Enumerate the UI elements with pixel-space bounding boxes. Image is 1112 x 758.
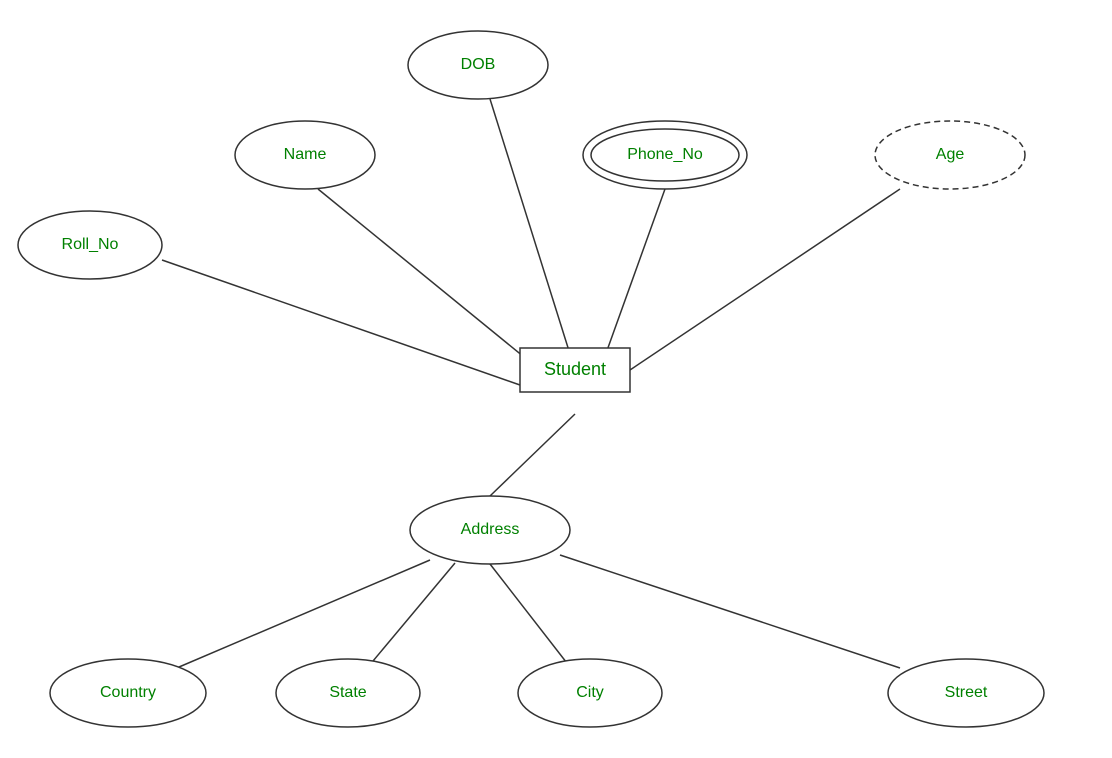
city-label: City [576,684,604,701]
line-address-city [490,564,570,667]
rollno-label: Roll_No [62,236,119,253]
name-label: Name [284,146,327,163]
line-student-dob [490,99,575,370]
address-label: Address [461,521,520,538]
state-label: State [329,684,366,701]
street-label: Street [945,684,988,701]
line-address-country [172,560,430,670]
er-diagram: DOB Name Phone_No Age Roll_No Student Ad… [0,0,1112,753]
line-student-phone [600,189,665,370]
student-label: Student [544,359,606,379]
phone-label: Phone_No [627,146,703,163]
line-student-address [490,414,575,496]
line-student-rollno [162,260,520,385]
dob-label: DOB [461,56,496,73]
age-label: Age [936,146,965,163]
line-student-name [318,189,540,370]
line-student-age [630,189,900,370]
line-address-state [368,563,455,667]
country-label: Country [100,684,156,701]
line-address-street [560,555,900,668]
